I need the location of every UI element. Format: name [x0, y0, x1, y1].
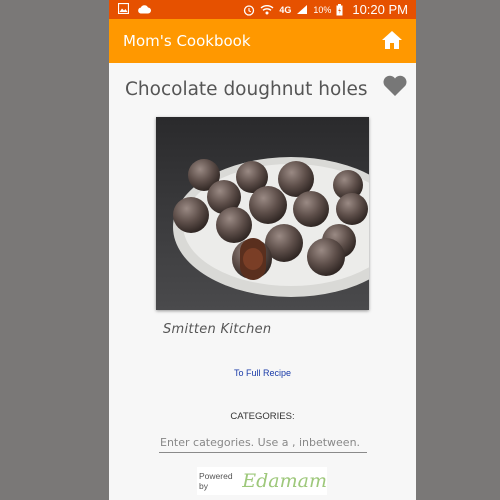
heart-icon[interactable]	[382, 74, 408, 98]
network-type: 4G	[279, 4, 292, 15]
alarm-icon	[244, 4, 255, 16]
categories-input[interactable]	[159, 433, 367, 453]
status-bar-system: 4G 10% 10:20 PM	[243, 2, 408, 17]
app-bar: Mom's Cookbook	[109, 19, 416, 63]
categories-label: CATEGORIES:	[230, 411, 295, 422]
cloud-icon	[138, 4, 151, 13]
status-bar: 4G 10% 10:20 PM	[109, 0, 416, 19]
image-icon	[118, 3, 129, 14]
status-bar-notifications	[118, 3, 151, 14]
home-icon[interactable]	[381, 30, 403, 50]
recipe-title: Chocolate doughnut holes	[125, 79, 368, 100]
wifi-icon	[260, 5, 274, 15]
powered-by-text: Powered by	[199, 471, 233, 491]
battery-percent: 10%	[313, 4, 332, 15]
edamam-logo: Edamam	[242, 470, 327, 492]
clock: 10:20 PM	[352, 2, 408, 17]
recipe-source: Smitten Kitchen	[163, 322, 272, 337]
app-title: Mom's Cookbook	[123, 32, 251, 50]
edamam-attribution: Powered by Edamam	[197, 467, 327, 495]
battery-icon	[336, 3, 343, 15]
signal-icon	[297, 5, 308, 14]
phone-screen: 4G 10% 10:20 PM Mom's Cookbook Chocolate…	[109, 0, 416, 500]
recipe-photo	[156, 117, 369, 310]
full-recipe-link[interactable]: To Full Recipe	[109, 368, 416, 378]
